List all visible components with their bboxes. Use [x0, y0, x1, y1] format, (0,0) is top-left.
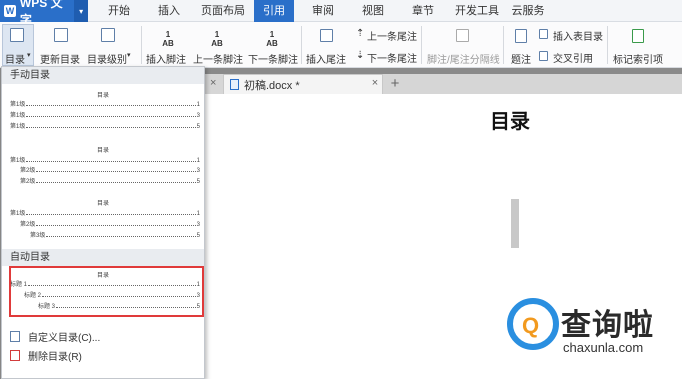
toc-preview-line: 第2级 3 [20, 168, 200, 174]
ribbon-divider [503, 26, 504, 64]
toc-preview-line: 第1级 1 [10, 102, 200, 108]
document-icon [230, 79, 239, 90]
footnote-separator-icon [456, 29, 469, 42]
tab-cloud-services[interactable]: 云服务 [506, 0, 550, 22]
toc-label: 目录 [5, 55, 25, 66]
toc-preview-line: 第1级 5 [10, 124, 200, 130]
toc-level-caret-icon[interactable]: ▾ [127, 51, 131, 59]
toc-level-icon [101, 28, 115, 42]
ribbon-divider [607, 26, 608, 64]
insert-endnote-icon [320, 29, 333, 42]
toc-preview-title: 目录 [96, 148, 109, 154]
close-tab-icon[interactable]: × [369, 76, 381, 90]
tab-developer-tools[interactable]: 开发工具 [450, 0, 504, 22]
tab-view[interactable]: 视图 [354, 0, 392, 22]
close-icon[interactable]: × [210, 76, 220, 90]
next-footnote-icon: 1 AB [266, 30, 278, 48]
delete-toc-menu-item[interactable]: 删除目录(R) [10, 348, 82, 363]
manual-toc-header: 手动目录 [2, 67, 204, 84]
toc-preview-line: 第1级 1 [10, 211, 200, 217]
mark-index-entry-button[interactable]: 标记索引项 [613, 51, 663, 66]
document-tab-title: 初稿.docx * [244, 79, 300, 92]
watermark-domain: chaxunla.com [563, 340, 644, 355]
caption-button[interactable]: 题注 [511, 51, 531, 66]
prev-footnote-button[interactable]: 上一条脚注 [193, 51, 243, 66]
toc-icon [10, 28, 24, 42]
custom-toc-icon [10, 331, 20, 342]
insert-endnote-button[interactable]: 插入尾注 [306, 51, 346, 66]
next-endnote-button[interactable]: 下一条尾注 [367, 50, 417, 65]
cross-reference-icon [539, 51, 548, 61]
insert-table-of-figures-button[interactable]: 插入表目录 [553, 28, 603, 43]
document-heading: 目录 [490, 111, 530, 133]
auto-toc-highlight-box [9, 266, 204, 317]
toc-preview-line: 第2级 3 [20, 222, 200, 228]
scroll-indicator [511, 199, 519, 248]
caption-icon [515, 29, 527, 43]
prev-endnote-icon: ⇡ [356, 28, 365, 39]
insert-table-of-figures-icon [539, 29, 548, 39]
wps-logo-icon: W [4, 5, 16, 17]
custom-toc-label: 自定义目录(C)... [28, 333, 101, 344]
toc-preview-line: 第2级 5 [20, 179, 200, 185]
toc-preview-title: 目录 [96, 93, 109, 99]
insert-footnote-button[interactable]: 插入脚注 [146, 51, 186, 66]
tab-review[interactable]: 审阅 [304, 0, 342, 22]
delete-toc-icon [10, 350, 20, 361]
ribbon-divider [421, 26, 422, 64]
delete-toc-label: 删除目录(R) [28, 352, 82, 363]
tab-start[interactable]: 开始 [100, 0, 138, 22]
custom-toc-menu-item[interactable]: 自定义目录(C)... [10, 329, 100, 344]
auto-toc-header: 自动目录 [2, 249, 204, 266]
toc-preview-line: 第3级 5 [30, 233, 200, 239]
toc-preview-title: 目录 [96, 201, 109, 207]
document-tab[interactable]: 初稿.docx * [223, 74, 383, 94]
toc-caret-icon[interactable]: ▾ [27, 51, 31, 59]
watermark-title: 查询啦 [561, 309, 654, 342]
mark-index-entry-icon [632, 29, 644, 43]
new-tab-button[interactable]: + [388, 74, 402, 94]
tab-insert[interactable]: 插入 [150, 0, 188, 22]
toc-dropdown: 手动目录 目录 第1级 1 第1级 3 第1级 5 目录 第1级 1 第2级 3 第2级 5… [1, 66, 205, 379]
tab-section[interactable]: 章节 [404, 0, 442, 22]
ribbon-divider [301, 26, 302, 64]
tab-references[interactable]: 引用 [254, 0, 294, 22]
update-toc-icon [54, 28, 68, 42]
watermark-letter: Q [522, 313, 540, 338]
toc-preview-line: 第1级 3 [10, 113, 200, 119]
next-endnote-icon: ⇣ [356, 50, 365, 61]
next-footnote-button[interactable]: 下一条脚注 [248, 51, 298, 66]
prev-footnote-icon: 1 AB [211, 30, 223, 48]
prev-endnote-button[interactable]: 上一条尾注 [367, 28, 417, 43]
toc-preview-line: 第1级 1 [10, 158, 200, 164]
app-menu-button[interactable]: W WPS 文字 ▾ [0, 0, 89, 27]
tab-page-layout[interactable]: 页面布局 [198, 0, 248, 22]
footnote-separator-button[interactable]: 脚注/尾注分隔线 [427, 51, 500, 66]
cross-reference-button[interactable]: 交叉引用 [553, 50, 593, 65]
insert-footnote-icon: 1 AB [162, 30, 174, 48]
ribbon-divider [141, 26, 142, 64]
toc-level-button[interactable]: 目录级别 [87, 51, 127, 66]
update-toc-button[interactable]: 更新目录 [40, 51, 80, 66]
caret-down-icon[interactable]: ▾ [74, 0, 89, 22]
